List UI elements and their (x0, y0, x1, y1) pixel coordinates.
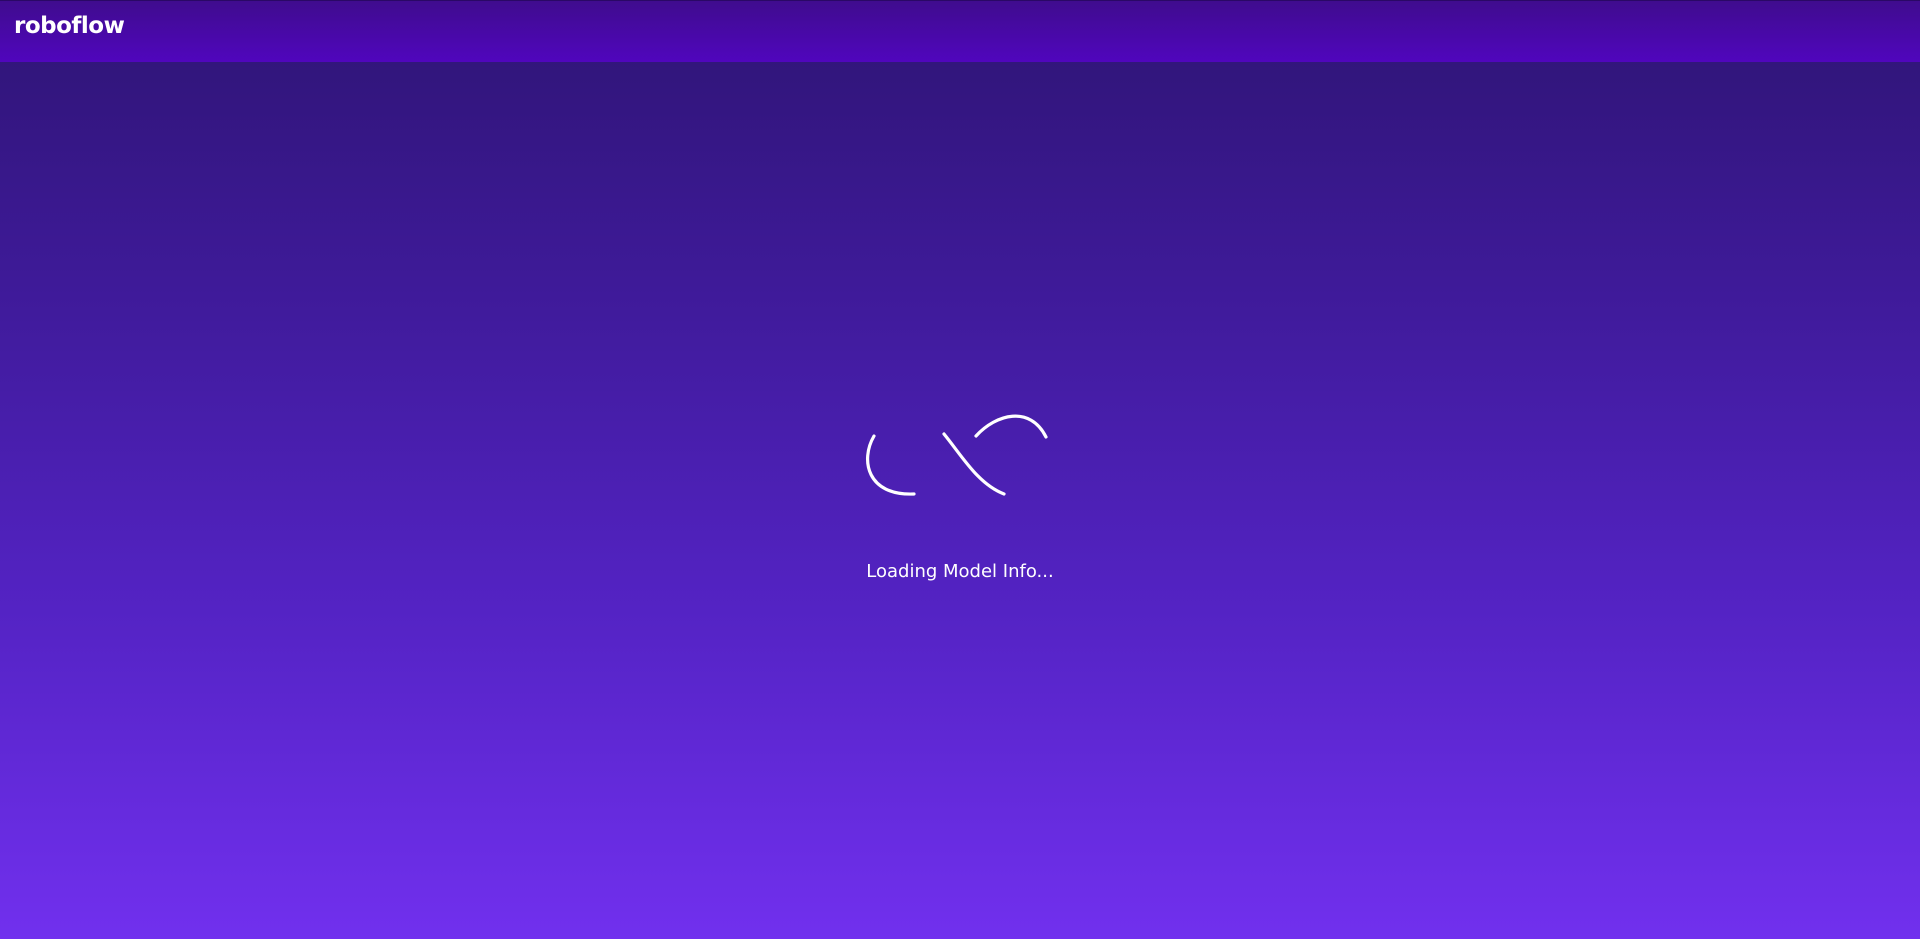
loading-spinner-icon (866, 414, 1048, 496)
top-bar: roboflow (0, 0, 1920, 62)
loading-page: roboflow Loading Model Info... (0, 0, 1920, 939)
loading-message: Loading Model Info... (866, 561, 1054, 582)
roboflow-logo[interactable]: roboflow (14, 15, 125, 38)
